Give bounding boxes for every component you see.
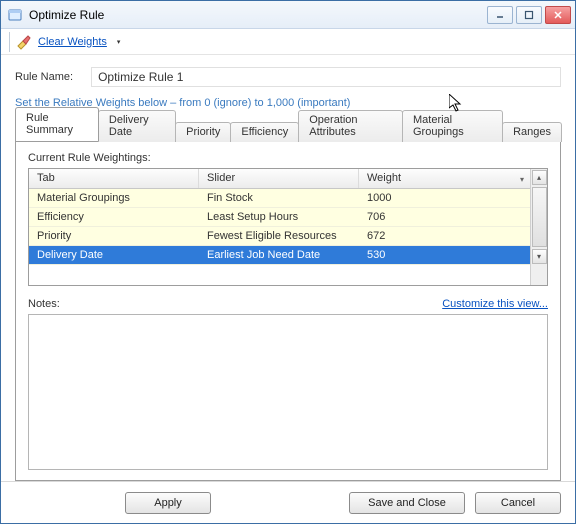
table-row[interactable]: Material Groupings Fin Stock 1000 — [29, 189, 530, 208]
column-header-weight[interactable]: Weight ▾ — [359, 169, 530, 188]
cell-tab: Material Groupings — [29, 190, 199, 206]
clear-weights-button[interactable]: Clear Weights — [38, 36, 107, 48]
app-icon — [7, 7, 23, 23]
grid-inner: Tab Slider Weight ▾ Material Groupings Fi… — [29, 169, 530, 285]
maximize-button[interactable] — [516, 6, 542, 24]
apply-button[interactable]: Apply — [125, 492, 211, 514]
grid-body: Material Groupings Fin Stock 1000 Effici… — [29, 189, 530, 285]
notes-label: Notes: — [28, 298, 60, 310]
rule-name-input[interactable] — [91, 67, 561, 87]
cell-tab: Efficiency — [29, 209, 199, 225]
toolbar: Clear Weights ▾ — [1, 29, 575, 55]
cell-slider: Least Setup Hours — [199, 209, 359, 225]
rule-name-label: Rule Name: — [15, 71, 73, 83]
notes-textarea[interactable] — [28, 314, 548, 470]
tab-efficiency[interactable]: Efficiency — [230, 122, 299, 142]
tab-priority[interactable]: Priority — [175, 122, 231, 142]
cell-weight: 1000 — [359, 190, 530, 206]
grid-header: Tab Slider Weight ▾ — [29, 169, 530, 189]
scroll-down-icon[interactable]: ▾ — [532, 249, 547, 264]
cell-weight: 706 — [359, 209, 530, 225]
clear-weights-icon — [16, 34, 32, 50]
tab-operation-attributes[interactable]: Operation Attributes — [298, 110, 403, 142]
grid-title: Current Rule Weightings: — [28, 152, 548, 164]
tab-panel-rule-summary: Current Rule Weightings: Tab Slider Weig… — [15, 141, 561, 481]
content-area: Rule Name: Set the Relative Weights belo… — [1, 55, 575, 481]
titlebar: Optimize Rule — [1, 1, 575, 29]
notes-row: Notes: Customize this view... — [28, 298, 548, 310]
column-header-weight-label: Weight — [367, 172, 401, 184]
window-title: Optimize Rule — [29, 8, 487, 22]
optimize-rule-window: Optimize Rule Clear Weights ▾ Rule Name:… — [0, 0, 576, 524]
minimize-button[interactable] — [487, 6, 513, 24]
rule-name-row: Rule Name: — [15, 67, 561, 87]
window-buttons — [487, 6, 571, 24]
table-row[interactable]: Delivery Date Earliest Job Need Date 530 — [29, 246, 530, 265]
tab-material-groupings[interactable]: Material Groupings — [402, 110, 503, 142]
cell-weight: 530 — [359, 247, 530, 263]
cell-slider: Earliest Job Need Date — [199, 247, 359, 263]
dialog-button-bar: Apply Save and Close Cancel — [1, 481, 575, 523]
close-button[interactable] — [545, 6, 571, 24]
tab-strip: Rule Summary Delivery Date Priority Effi… — [15, 117, 561, 141]
cancel-button[interactable]: Cancel — [475, 492, 561, 514]
cell-slider: Fin Stock — [199, 190, 359, 206]
weightings-grid: Tab Slider Weight ▾ Material Groupings Fi… — [28, 168, 548, 286]
table-row[interactable]: Efficiency Least Setup Hours 706 — [29, 208, 530, 227]
customize-view-link[interactable]: Customize this view... — [442, 298, 548, 310]
scroll-up-icon[interactable]: ▴ — [532, 170, 547, 185]
grid-scrollbar[interactable]: ▴ ▾ — [530, 169, 547, 285]
sort-arrow-icon: ▾ — [520, 175, 524, 184]
toolbar-divider — [9, 32, 10, 52]
scroll-thumb[interactable] — [532, 187, 547, 247]
cell-tab: Priority — [29, 228, 199, 244]
cell-slider: Fewest Eligible Resources — [199, 228, 359, 244]
tab-rule-summary[interactable]: Rule Summary — [15, 107, 99, 141]
tab-ranges[interactable]: Ranges — [502, 122, 562, 142]
clear-weights-dropdown-icon[interactable]: ▾ — [117, 38, 121, 46]
column-header-slider[interactable]: Slider — [199, 169, 359, 188]
table-row[interactable]: Priority Fewest Eligible Resources 672 — [29, 227, 530, 246]
save-and-close-button[interactable]: Save and Close — [349, 492, 465, 514]
cell-tab: Delivery Date — [29, 247, 199, 263]
tab-delivery-date[interactable]: Delivery Date — [98, 110, 176, 142]
column-header-tab[interactable]: Tab — [29, 169, 199, 188]
cell-weight: 672 — [359, 228, 530, 244]
